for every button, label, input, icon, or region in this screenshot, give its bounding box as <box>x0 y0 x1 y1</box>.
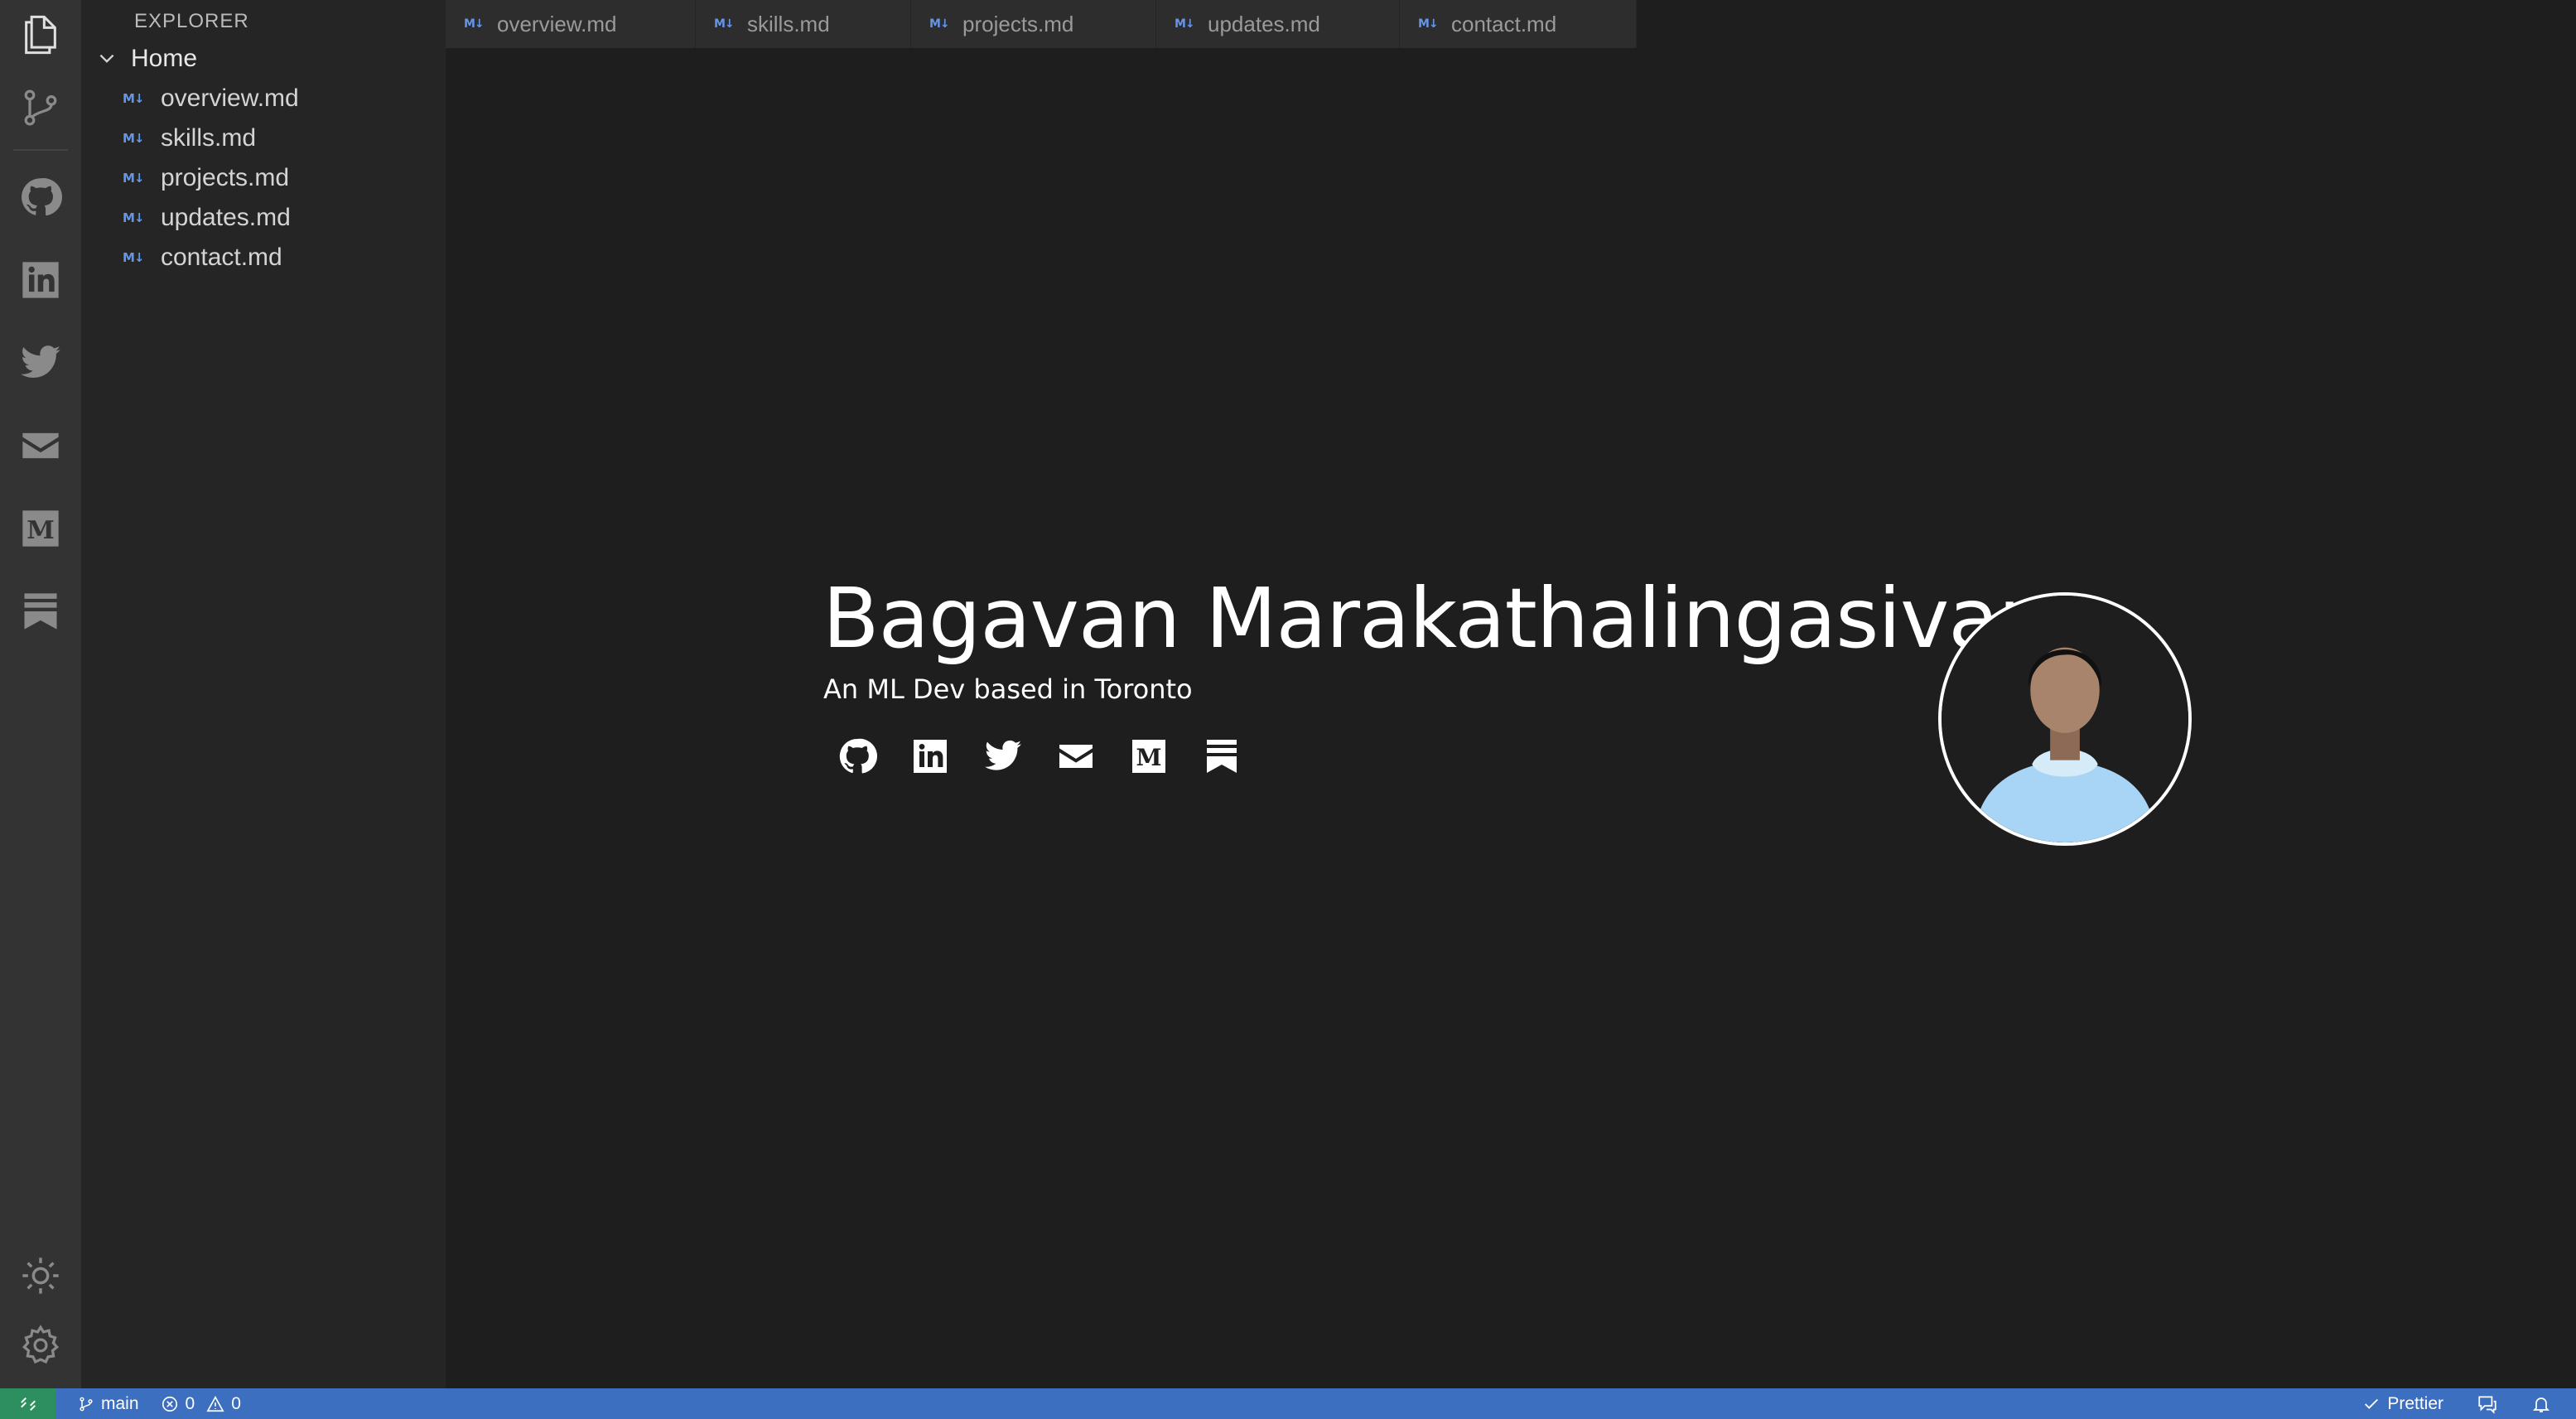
tab-label: skills.md <box>747 11 830 36</box>
branch-name: main <box>101 1393 139 1413</box>
problems-indicator[interactable]: 0 0 <box>161 1394 241 1414</box>
activity-bar: M <box>0 0 81 1388</box>
file-item-overview[interactable]: M↓ overview.md <box>81 80 446 118</box>
hero-subtitle: An ML Dev based in Toronto <box>823 673 1193 705</box>
chevron-down-icon <box>99 54 114 63</box>
status-bar-right: Prettier <box>2362 1388 2551 1419</box>
substack-icon[interactable] <box>1201 736 1242 777</box>
markdown-icon: M↓ <box>464 17 485 31</box>
tab-skills[interactable]: M↓ skills.md <box>696 0 911 48</box>
bell-icon <box>2532 1397 2550 1412</box>
theme-toggle-icon[interactable] <box>14 1249 67 1302</box>
tree-root-home[interactable]: Home <box>96 41 197 76</box>
activity-divider <box>13 149 68 151</box>
markdown-icon: M↓ <box>123 131 145 146</box>
tab-updates[interactable]: M↓ updates.md <box>1156 0 1400 48</box>
medium-icon[interactable]: M <box>1128 736 1170 777</box>
prettier-indicator[interactable]: Prettier <box>2362 1394 2443 1414</box>
medium-icon[interactable]: M <box>14 502 67 555</box>
mail-icon[interactable] <box>1055 736 1097 777</box>
file-item-projects[interactable]: M↓ projects.md <box>81 159 446 197</box>
tab-label: contact.md <box>1451 11 1557 36</box>
markdown-icon: M↓ <box>123 250 145 265</box>
tab-overview[interactable]: M↓ overview.md <box>446 0 696 48</box>
hero-name: Bagavan Marakathalingasivam <box>822 570 2079 667</box>
explorer-sidebar: EXPLORER Home M↓ overview.md M↓ skills.m… <box>81 0 446 1388</box>
error-icon <box>162 1396 177 1412</box>
twitter-icon[interactable] <box>14 336 67 389</box>
error-count: 0 <box>185 1393 195 1413</box>
tab-label: overview.md <box>497 11 617 36</box>
linkedin-icon[interactable] <box>14 253 67 306</box>
avatar <box>1938 592 2192 846</box>
file-label: overview.md <box>161 84 299 112</box>
mail-icon[interactable] <box>14 419 67 472</box>
file-item-updates[interactable]: M↓ updates.md <box>81 199 446 237</box>
remote-button[interactable] <box>0 1388 56 1419</box>
editor-tabs: M↓ overview.md M↓ skills.md M↓ projects.… <box>446 0 1637 48</box>
branch-indicator[interactable]: main <box>78 1394 139 1414</box>
markdown-icon: M↓ <box>123 210 145 225</box>
files-icon[interactable] <box>14 8 67 61</box>
markdown-icon: M↓ <box>1418 17 1439 31</box>
warning-count: 0 <box>231 1393 241 1413</box>
tab-label: projects.md <box>962 11 1074 36</box>
file-label: updates.md <box>161 204 291 231</box>
warning-icon <box>206 1395 224 1412</box>
markdown-icon: M↓ <box>1175 17 1195 31</box>
substack-icon[interactable] <box>14 585 67 638</box>
formatter-label: Prettier <box>2387 1393 2443 1413</box>
notifications-button[interactable] <box>2531 1394 2551 1414</box>
tab-contact[interactable]: M↓ contact.md <box>1400 0 1637 48</box>
markdown-icon: M↓ <box>123 91 145 106</box>
file-label: contact.md <box>161 244 282 271</box>
tab-projects[interactable]: M↓ projects.md <box>911 0 1156 48</box>
check-icon <box>2365 1398 2379 1409</box>
tab-label: updates.md <box>1208 11 1320 36</box>
github-icon[interactable] <box>14 171 67 224</box>
markdown-icon: M↓ <box>714 17 735 31</box>
linkedin-icon[interactable] <box>909 736 951 777</box>
settings-icon[interactable] <box>14 1319 67 1372</box>
markdown-icon: M↓ <box>123 171 145 186</box>
svg-text:M: M <box>1136 744 1162 771</box>
editor-area: Bagavan Marakathalingasivam An ML Dev ba… <box>446 48 2576 1388</box>
twitter-icon[interactable] <box>982 736 1024 777</box>
remote-icon <box>21 1397 36 1411</box>
markdown-icon: M↓ <box>929 17 950 31</box>
tree-root-label: Home <box>131 45 198 72</box>
file-item-contact[interactable]: M↓ contact.md <box>81 239 446 277</box>
explorer-title: EXPLORER <box>134 10 249 32</box>
source-control-icon[interactable] <box>14 81 67 134</box>
status-bar: main 0 0 Prettier <box>0 1388 2576 1419</box>
file-label: skills.md <box>161 124 257 152</box>
file-item-skills[interactable]: M↓ skills.md <box>81 119 446 157</box>
feedback-button[interactable] <box>2477 1393 2498 1415</box>
social-links: M <box>837 736 1242 777</box>
feedback-icon <box>2478 1395 2496 1414</box>
file-label: projects.md <box>161 164 290 191</box>
svg-text:M: M <box>27 516 55 545</box>
github-icon[interactable] <box>837 736 878 777</box>
git-branch-icon <box>80 1397 93 1411</box>
